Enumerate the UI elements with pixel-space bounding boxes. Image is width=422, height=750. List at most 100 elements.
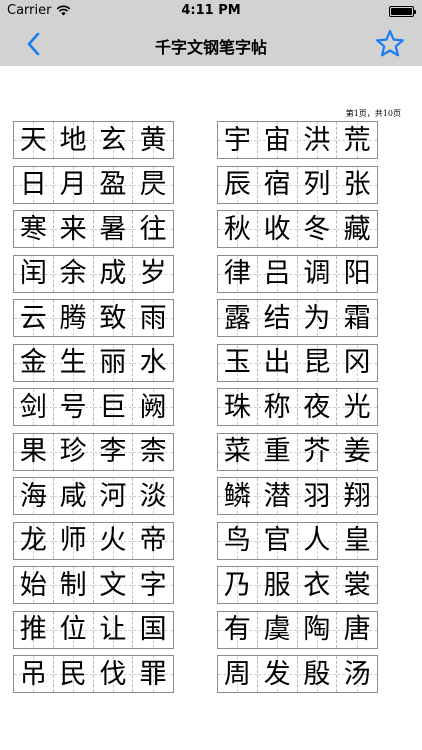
character-cell: 昃 (133, 166, 173, 203)
character-cell: 姜 (337, 433, 377, 470)
character-cell: 有 (218, 611, 258, 648)
character-glyph: 宇 (223, 124, 251, 156)
character-cell: 寒 (14, 211, 54, 247)
copybook-row: 天地玄黄 宇宙洪荒 (10, 121, 412, 159)
character-glyph: 龙 (19, 525, 47, 556)
character-glyph: 发 (263, 658, 291, 690)
character-glyph: 腾 (59, 302, 87, 334)
character-cell: 罪 (133, 656, 173, 692)
character-cell: 淡 (133, 478, 173, 514)
character-glyph: 乃 (223, 569, 251, 601)
character-cell: 翔 (337, 478, 377, 514)
character-cell: 国 (133, 611, 173, 648)
copybook-phrase-left: 龙师火帝 (13, 521, 174, 560)
character-cell: 调 (297, 255, 338, 292)
character-cell: 制 (53, 567, 94, 603)
character-cell: 让 (93, 611, 134, 648)
copybook-phrase-right: 露结为霜 (217, 299, 378, 337)
character-glyph: 衣 (303, 569, 331, 601)
copybook-row: 吊民伐罪 周发殷汤 (10, 655, 412, 693)
character-cell: 虞 (257, 611, 298, 648)
character-glyph: 让 (99, 614, 127, 645)
character-glyph: 藏 (343, 213, 371, 245)
character-cell: 腾 (53, 300, 94, 336)
character-glyph: 日 (19, 169, 47, 200)
character-cell: 菜 (218, 433, 258, 470)
character-glyph: 辰 (223, 169, 251, 200)
character-cell: 文 (93, 567, 134, 603)
character-cell: 玉 (218, 344, 258, 381)
character-glyph: 秋 (223, 213, 251, 245)
copybook-row: 推位让国 有虞陶唐 (10, 610, 412, 649)
character-glyph: 称 (263, 391, 291, 423)
character-glyph: 月 (59, 169, 87, 200)
character-glyph: 吊 (19, 658, 47, 690)
copybook-phrase-right: 玉出昆冈 (217, 343, 378, 382)
character-glyph: 吕 (263, 258, 291, 289)
character-cell: 伐 (93, 656, 134, 692)
character-glyph: 剑 (19, 391, 47, 423)
character-glyph: 巨 (99, 391, 127, 423)
character-glyph: 殷 (303, 658, 331, 690)
copybook-row: 剑号巨阙 珠称夜光 (10, 388, 412, 426)
character-glyph: 伐 (99, 658, 127, 690)
character-cell: 号 (53, 389, 94, 425)
character-glyph: 宿 (263, 169, 291, 200)
character-cell: 荒 (337, 122, 377, 158)
character-glyph: 水 (139, 347, 167, 378)
character-glyph: 云 (19, 302, 47, 334)
copybook-phrase-left: 天地玄黄 (13, 121, 174, 159)
character-cell: 字 (133, 567, 173, 603)
character-cell: 玄 (93, 122, 134, 158)
character-cell: 师 (53, 522, 94, 559)
character-glyph: 罪 (139, 658, 167, 690)
character-glyph: 裳 (343, 569, 371, 601)
character-cell: 藏 (337, 211, 377, 247)
character-cell: 宇 (218, 122, 258, 158)
copybook-phrase-right: 乃服衣裳 (217, 566, 378, 604)
character-cell: 珍 (53, 433, 94, 470)
character-glyph: 潜 (263, 480, 291, 512)
character-cell: 衣 (297, 567, 338, 603)
copybook-phrase-left: 寒来暑往 (13, 210, 174, 248)
character-glyph: 霜 (343, 302, 371, 334)
character-glyph: 律 (223, 258, 251, 289)
character-glyph: 暑 (99, 213, 127, 245)
character-cell: 日 (14, 166, 54, 203)
copybook-phrase-left: 吊民伐罪 (13, 655, 174, 693)
character-glyph: 李 (99, 436, 127, 467)
character-glyph: 火 (99, 525, 127, 556)
character-cell: 暑 (93, 211, 134, 247)
character-cell: 吕 (257, 255, 298, 292)
copybook-row: 龙师火帝 鸟官人皇 (10, 521, 412, 560)
character-cell: 鳞 (218, 478, 258, 514)
battery-icon (389, 6, 416, 17)
copybook-row: 始制文字 乃服衣裳 (10, 566, 412, 604)
character-cell: 阳 (337, 255, 377, 292)
character-cell: 余 (53, 255, 94, 292)
character-cell: 黄 (133, 122, 173, 158)
copybook-phrase-left: 云腾致雨 (13, 299, 174, 337)
character-glyph: 字 (139, 569, 167, 601)
character-cell: 水 (133, 344, 173, 381)
character-glyph: 出 (263, 347, 291, 378)
character-cell: 地 (53, 122, 94, 158)
character-cell: 位 (53, 611, 94, 648)
character-cell: 民 (53, 656, 94, 692)
character-glyph: 洪 (303, 124, 331, 156)
character-glyph: 制 (59, 569, 87, 601)
character-glyph: 唐 (343, 614, 371, 645)
character-glyph: 张 (343, 169, 371, 200)
character-cell: 阙 (133, 389, 173, 425)
navigation-bar: 千字文钢笔字帖 (0, 22, 422, 66)
character-cell: 云 (14, 300, 54, 336)
character-cell: 天 (14, 122, 54, 158)
character-cell: 秋 (218, 211, 258, 247)
character-glyph: 岁 (139, 258, 167, 289)
character-cell: 冬 (297, 211, 338, 247)
copybook-row: 海咸河淡 鳞潜羽翔 (10, 477, 412, 515)
character-cell: 珠 (218, 389, 258, 425)
copybook-phrase-left: 日月盈昃 (13, 165, 174, 204)
character-glyph: 收 (263, 213, 291, 245)
favorite-button[interactable] (374, 28, 406, 60)
